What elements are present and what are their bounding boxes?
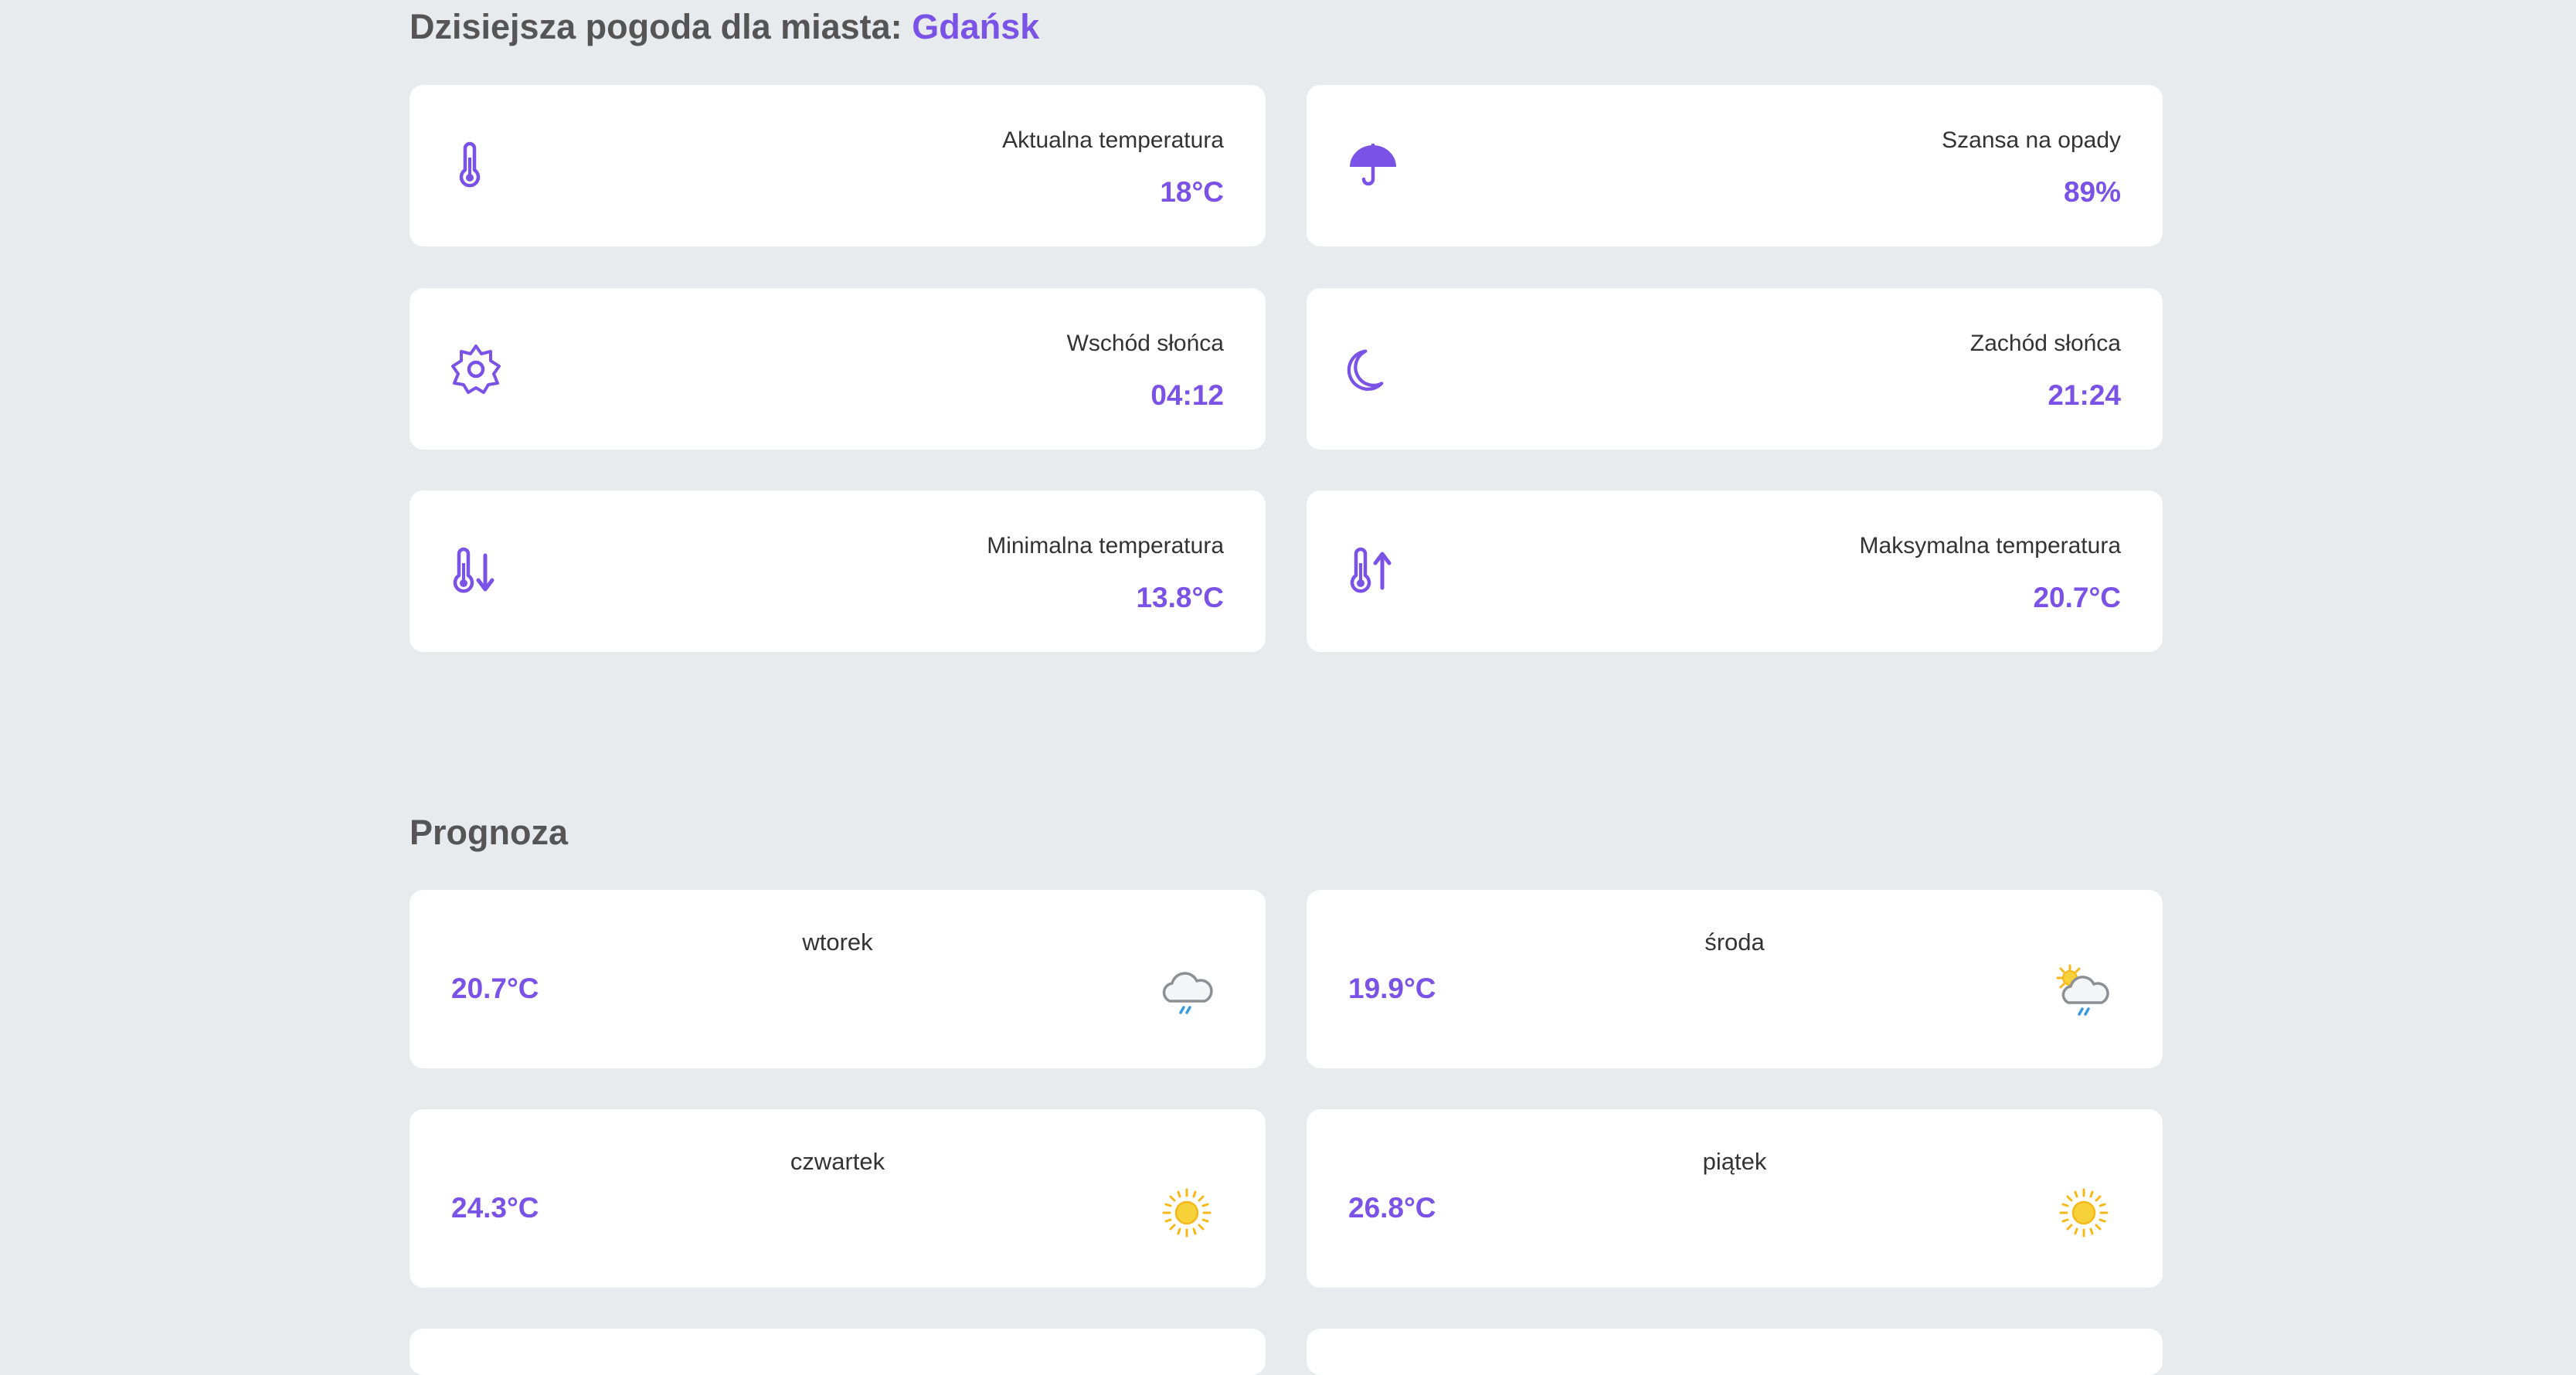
forecast-day: czwartek xyxy=(790,1148,885,1175)
forecast-card-partial xyxy=(1307,1329,2163,1375)
forecast-temp: 24.3°C xyxy=(451,1192,539,1224)
min-temperature-card: Minimalna temperatura 13.8°C xyxy=(410,491,1266,652)
max-temperature-card: Maksymalna temperatura 20.7°C xyxy=(1307,491,2163,652)
sun-cloud-rain-icon xyxy=(2053,963,2115,1024)
max-temperature-value: 20.7°C xyxy=(2033,582,2121,613)
sunrise-card: Wschód słońca 04:12 xyxy=(410,288,1266,450)
thermometer-up-icon xyxy=(1347,546,1399,599)
today-heading-prefix: Dzisiejsza pogoda dla miasta: xyxy=(410,7,902,46)
rain-chance-card: Szansa na opady 89% xyxy=(1307,85,2163,246)
forecast-day: środa xyxy=(1704,929,1765,956)
rain-chance-label: Szansa na opady xyxy=(1942,127,2121,153)
umbrella-icon xyxy=(1347,141,1399,193)
forecast-card: czwartek 24.3°C xyxy=(410,1109,1266,1288)
rain-chance-value: 89% xyxy=(2063,176,2121,208)
forecast-card-partial xyxy=(410,1329,1266,1375)
sun-icon xyxy=(450,344,502,396)
thermometer-icon xyxy=(450,141,502,193)
max-temperature-label: Maksymalna temperatura xyxy=(1859,533,2121,558)
forecast-temp: 26.8°C xyxy=(1348,1192,1436,1224)
forecast-card: wtorek 20.7°C xyxy=(410,890,1266,1068)
sunny-icon xyxy=(2053,1182,2115,1244)
sunrise-label: Wschód słońca xyxy=(1066,331,1224,356)
current-temperature-value: 18°C xyxy=(1160,176,1224,208)
sunrise-value: 04:12 xyxy=(1150,379,1224,411)
city-name: Gdańsk xyxy=(912,7,1040,46)
forecast-temp: 19.9°C xyxy=(1348,973,1436,1004)
current-temperature-label: Aktualna temperatura xyxy=(1002,127,1224,153)
today-heading: Dzisiejsza pogoda dla miasta: Gdańsk xyxy=(410,9,1039,44)
thermometer-down-icon xyxy=(450,546,502,599)
forecast-day: piątek xyxy=(1702,1148,1767,1175)
sunset-label: Zachód słońca xyxy=(1969,331,2121,356)
current-temperature-card: Aktualna temperatura 18°C xyxy=(410,85,1266,246)
rain-cloud-icon xyxy=(1156,963,1218,1024)
sunny-icon xyxy=(1156,1182,1218,1244)
forecast-temp: 20.7°C xyxy=(451,973,539,1004)
min-temperature-label: Minimalna temperatura xyxy=(987,533,1224,558)
moon-icon xyxy=(1347,344,1399,396)
forecast-card: piątek 26.8°C xyxy=(1307,1109,2163,1288)
sunset-card: Zachód słońca 21:24 xyxy=(1307,288,2163,450)
forecast-day: wtorek xyxy=(802,929,873,956)
forecast-heading: Prognoza xyxy=(410,813,569,852)
min-temperature-value: 13.8°C xyxy=(1136,582,1224,613)
sunset-value: 21:24 xyxy=(2048,379,2121,411)
forecast-card: środa 19.9°C xyxy=(1307,890,2163,1068)
